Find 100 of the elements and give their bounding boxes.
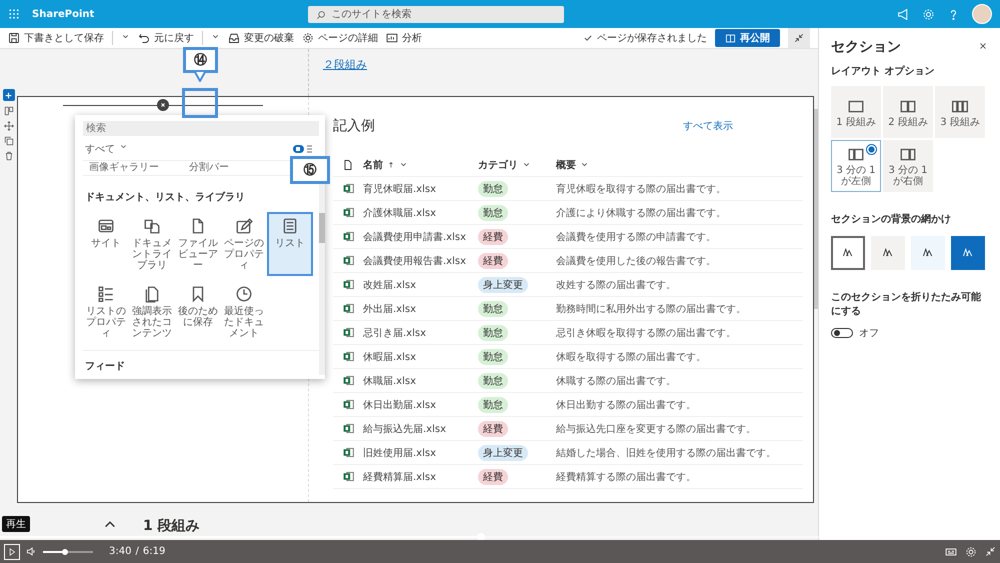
close-icon <box>978 40 988 50</box>
toolbar-button[interactable]: ページの詳細 <box>302 31 378 45</box>
file-name[interactable]: 給与振込先届.xlsx <box>363 417 478 441</box>
toolbar-button[interactable]: 分析 <box>386 31 422 45</box>
filter-dropdown[interactable]: すべて <box>85 142 128 156</box>
close-button[interactable] <box>157 99 169 111</box>
avatar[interactable] <box>972 4 992 24</box>
volume-icon <box>26 546 37 557</box>
webpart-option[interactable]: リスト <box>267 212 313 276</box>
webpart-option[interactable]: リストのプロパティ <box>83 280 129 344</box>
toolbar-button[interactable]: 下書きとして保存 <box>8 31 104 45</box>
summary-cell: 休職する際の届出書です。 <box>556 369 803 393</box>
spreadsheet-file-icon <box>342 350 354 363</box>
webpart-option[interactable]: サイト <box>83 212 129 276</box>
file-name[interactable]: 休日出勤届.xlsx <box>363 393 478 417</box>
spreadsheet-file-icon <box>342 470 354 483</box>
documents-stack-icon <box>143 285 161 303</box>
summary-cell: 経費精算する際の届出書です。 <box>556 465 803 489</box>
letters-icon <box>962 247 974 259</box>
step-callout: ⑭ <box>183 47 218 73</box>
scrollbar[interactable] <box>319 183 325 375</box>
column-header[interactable]: 概要 <box>556 158 576 172</box>
column-header[interactable]: 名前 <box>363 158 383 172</box>
file-name[interactable]: 外出届.xlsx <box>363 297 478 321</box>
browser-window-icon <box>97 217 115 235</box>
file-name[interactable]: 育児休暇届.xlsx <box>363 177 478 201</box>
category-tag: 勤怠 <box>478 300 508 316</box>
undo-icon <box>138 32 150 44</box>
spreadsheet-file-icon <box>342 182 354 195</box>
see-all-link[interactable]: すべて表示 <box>683 119 733 133</box>
shading-option[interactable] <box>831 236 865 270</box>
file-name[interactable]: 忌引き届.xlsx <box>363 321 478 345</box>
delete-icon <box>4 151 14 161</box>
toolbar-button[interactable]: 元に戻す <box>138 31 194 45</box>
file-name[interactable]: 旧姓使用届.xlsx <box>363 441 478 465</box>
group-title: ドキュメント、リスト、ライブラリ <box>84 190 246 205</box>
republish-button[interactable]: 再公開 <box>715 29 780 47</box>
highlight-frame <box>182 88 218 118</box>
layout-option[interactable]: 2 段組み <box>883 86 933 138</box>
tooltip: 再生 <box>2 516 30 532</box>
category-tag: 経費 <box>478 468 508 484</box>
save-icon <box>8 32 20 44</box>
category-tag: 経費 <box>478 228 508 244</box>
summary-cell: 休暇を取得する際の届出書です。 <box>556 345 803 369</box>
webpart-option[interactable]: 最近使ったドキュメント <box>221 280 267 344</box>
radio-icon <box>866 144 877 155</box>
spreadsheet-file-icon <box>342 398 354 411</box>
play-icon <box>7 546 17 556</box>
spreadsheet-file-icon <box>342 302 354 315</box>
scrollbar[interactable] <box>814 109 818 309</box>
settings-icon <box>922 8 935 20</box>
column-header[interactable]: カテゴリ <box>478 158 518 172</box>
file-name[interactable]: 改姓届.xlsx <box>363 273 478 297</box>
webpart-option[interactable]: 後のために保存 <box>175 280 221 344</box>
search-field[interactable]: 検索 <box>83 121 319 136</box>
panel-title: セクション <box>831 38 901 56</box>
webpart-option[interactable]: 強調表示されたコンテンツ <box>129 280 175 344</box>
layout-option[interactable]: 3 段組み <box>935 86 985 138</box>
section-title: 1 段組み <box>143 517 200 535</box>
summary-cell: 給与振込先口座を変更する際の届出書です。 <box>556 417 803 441</box>
file-name[interactable]: 経費精算届.xlsx <box>363 465 478 489</box>
play-button[interactable] <box>4 544 20 560</box>
section-link[interactable]: ２段組み <box>323 58 367 71</box>
spreadsheet-file-icon <box>342 446 354 459</box>
summary-cell: 介護により休職する際の届出書です。 <box>556 201 803 225</box>
file-name[interactable]: 休職届.xlsx <box>363 369 478 393</box>
category-tag: 勤怠 <box>478 348 508 364</box>
duration: 6:19 <box>142 546 166 557</box>
summary-cell: 改姓する際の届出書です。 <box>556 273 803 297</box>
add-section-button[interactable] <box>2 89 14 101</box>
summary-cell: 勤務時間に私用外出する際の届出書です。 <box>556 297 803 321</box>
category-tag: 勤怠 <box>478 204 508 220</box>
search-field[interactable]: このサイトを検索 <box>308 6 564 22</box>
file-name[interactable]: 介護休職届.xlsx <box>363 201 478 225</box>
save-status: ページが保存されました <box>597 32 707 45</box>
list-icon <box>281 217 299 235</box>
webpart-option[interactable]: ドキュメントライブラリ <box>129 212 175 276</box>
copy-icon <box>4 136 14 146</box>
webpart-option[interactable]: ページのプロパティ <box>221 212 267 276</box>
layout-icon <box>4 106 14 116</box>
captions-icon <box>945 546 957 558</box>
section-heading: セクションの背景の網かけ <box>831 212 952 226</box>
check-icon <box>583 33 593 43</box>
view-toggle-icon[interactable] <box>293 145 313 153</box>
file-name[interactable]: 休暇届.xlsx <box>363 345 478 369</box>
file-name[interactable]: 会議費使用報告書.xlsx <box>363 249 478 273</box>
layout-option[interactable]: 3 分の 1 が左側 <box>831 140 881 192</box>
webpart-option[interactable]: ファイルビューアー <box>175 212 221 276</box>
move-icon <box>4 121 14 131</box>
megaphone-icon <box>897 8 910 20</box>
toggle-switch[interactable] <box>831 328 853 338</box>
layout-option[interactable]: 1 段組み <box>831 86 881 138</box>
current-time: 3:40 <box>109 546 132 557</box>
collapse-icon <box>794 33 804 43</box>
toolbar-button[interactable]: 変更の破棄 <box>228 31 294 45</box>
checklist-icon <box>97 285 115 303</box>
file-name[interactable]: 会議費使用申請書.xlsx <box>363 225 478 249</box>
collapse-button[interactable] <box>788 28 810 48</box>
layout-option[interactable]: 3 分の 1 が右側 <box>883 140 933 192</box>
webpart-label: 分割バー <box>189 162 229 173</box>
